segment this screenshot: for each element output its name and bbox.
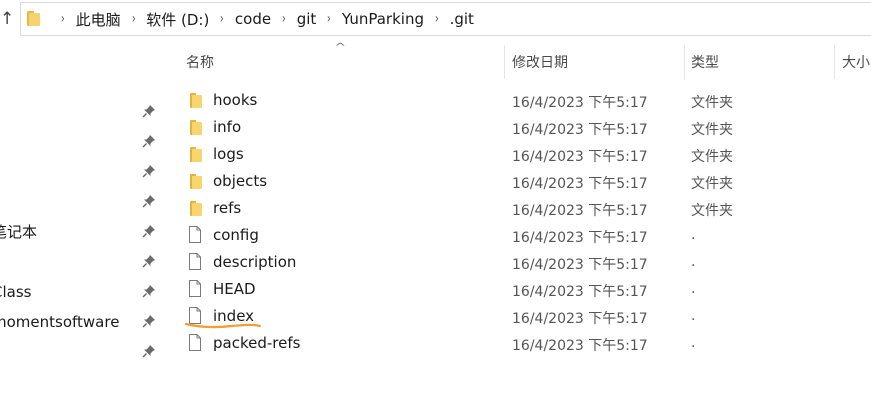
file-modified: 16/4/2023 下午5:17 [512, 122, 648, 138]
column-divider[interactable] [834, 45, 835, 79]
file-modified: 16/4/2023 下午5:17 [512, 149, 648, 165]
nav-item-label[interactable]: momentsoftware [0, 313, 119, 331]
file-name: objects [213, 172, 268, 190]
pin-icon[interactable] [142, 284, 156, 298]
file-type: . [691, 254, 696, 270]
annotation-underline [184, 322, 262, 329]
chevron-right-icon[interactable]: › [131, 11, 135, 27]
file-name: config [213, 226, 259, 244]
file-type: 文件夹 [691, 203, 733, 219]
file-row[interactable]: packed-refs 16/4/2023 下午5:17 . [178, 330, 871, 357]
file-icon [189, 226, 201, 243]
chevron-right-icon[interactable]: › [327, 11, 331, 27]
file-name: packed-refs [213, 334, 301, 352]
file-row[interactable]: objects 16/4/2023 下午5:17 文件夹 [178, 168, 871, 195]
file-row[interactable]: HEAD 16/4/2023 下午5:17 . [178, 276, 871, 303]
file-name: HEAD [213, 280, 256, 298]
file-modified: 16/4/2023 下午5:17 [512, 338, 648, 354]
file-row[interactable]: index 16/4/2023 下午5:17 . [178, 303, 871, 330]
pin-icon[interactable] [142, 254, 156, 268]
file-modified: 16/4/2023 下午5:17 [512, 230, 648, 246]
file-name: refs [213, 199, 242, 217]
file-row[interactable]: logs 16/4/2023 下午5:17 文件夹 [178, 141, 871, 168]
up-arrow-icon[interactable]: ↑ [0, 9, 14, 29]
column-header-modified[interactable]: 修改日期 [512, 52, 568, 72]
pin-icon[interactable] [142, 134, 156, 148]
breadcrumb-code[interactable]: code [234, 10, 272, 28]
pin-icon[interactable] [142, 164, 156, 178]
pin-icon[interactable] [142, 344, 156, 358]
breadcrumb-git[interactable]: git [296, 10, 318, 28]
column-header-size[interactable]: 大小 [842, 52, 870, 72]
chevron-right-icon[interactable]: › [435, 11, 439, 27]
file-type: . [691, 227, 696, 243]
pin-icon[interactable] [142, 224, 156, 238]
file-icon [189, 280, 201, 297]
breadcrumb-dot-git[interactable]: .git [449, 10, 475, 28]
nav-item-label[interactable]: Class [0, 283, 31, 301]
file-modified: 16/4/2023 下午5:17 [512, 311, 648, 327]
chevron-right-icon[interactable]: › [282, 11, 286, 27]
file-type: 文件夹 [691, 176, 733, 192]
file-name: info [213, 118, 242, 136]
column-divider[interactable] [504, 45, 505, 79]
pin-icon[interactable] [142, 194, 156, 208]
file-modified: 16/4/2023 下午5:17 [512, 176, 648, 192]
folder-icon [190, 147, 202, 162]
folder-icon [190, 93, 202, 108]
file-modified: 16/4/2023 下午5:17 [512, 203, 648, 219]
file-row[interactable]: refs 16/4/2023 下午5:17 文件夹 [178, 195, 871, 222]
file-type: 文件夹 [691, 95, 733, 111]
nav-item-label[interactable]: 笔记本 [0, 221, 37, 242]
pin-icon[interactable] [142, 104, 156, 118]
chevron-right-icon[interactable]: › [220, 11, 224, 27]
pin-icon[interactable] [142, 314, 156, 328]
file-type: . [691, 335, 696, 351]
file-name: hooks [213, 91, 258, 109]
file-row[interactable]: info 16/4/2023 下午5:17 文件夹 [178, 114, 871, 141]
file-name: description [213, 253, 297, 271]
column-divider[interactable] [684, 45, 685, 79]
file-type: . [691, 281, 696, 297]
column-header-name[interactable]: 名称 [186, 52, 214, 72]
file-name: logs [213, 145, 244, 163]
breadcrumb-drive-d[interactable]: 软件 (D:) [145, 9, 210, 30]
file-row[interactable]: config 16/4/2023 下午5:17 . [178, 222, 871, 249]
sort-ascending-icon: ^ [334, 42, 347, 53]
address-toolbar: ↑ › 此电脑 › 软件 (D:) › code › git › YunPark… [0, 0, 871, 38]
file-type: 文件夹 [691, 122, 733, 138]
file-type: . [691, 308, 696, 324]
folder-icon [190, 201, 202, 216]
breadcrumb-yunparking[interactable]: YunParking [341, 10, 425, 28]
file-icon [189, 253, 201, 270]
file-row[interactable]: description 16/4/2023 下午5:17 . [178, 249, 871, 276]
folder-icon [190, 174, 202, 189]
file-type: 文件夹 [691, 149, 733, 165]
column-header-type[interactable]: 类型 [691, 52, 719, 72]
chevron-right-icon[interactable]: › [61, 11, 65, 27]
breadcrumb-this-pc[interactable]: 此电脑 [75, 9, 122, 30]
address-bar[interactable]: › 此电脑 › 软件 (D:) › code › git › YunParkin… [20, 2, 871, 36]
folder-icon [27, 11, 40, 26]
breadcrumb: › 此电脑 › 软件 (D:) › code › git › YunParkin… [51, 3, 475, 35]
folder-icon [190, 120, 202, 135]
file-row[interactable]: hooks 16/4/2023 下午5:17 文件夹 [178, 87, 871, 114]
file-modified: 16/4/2023 下午5:17 [512, 95, 648, 111]
file-modified: 16/4/2023 下午5:17 [512, 257, 648, 273]
file-icon [189, 334, 201, 351]
file-modified: 16/4/2023 下午5:17 [512, 284, 648, 300]
navigation-pane: 笔记本 Class momentsoftware [0, 38, 163, 402]
